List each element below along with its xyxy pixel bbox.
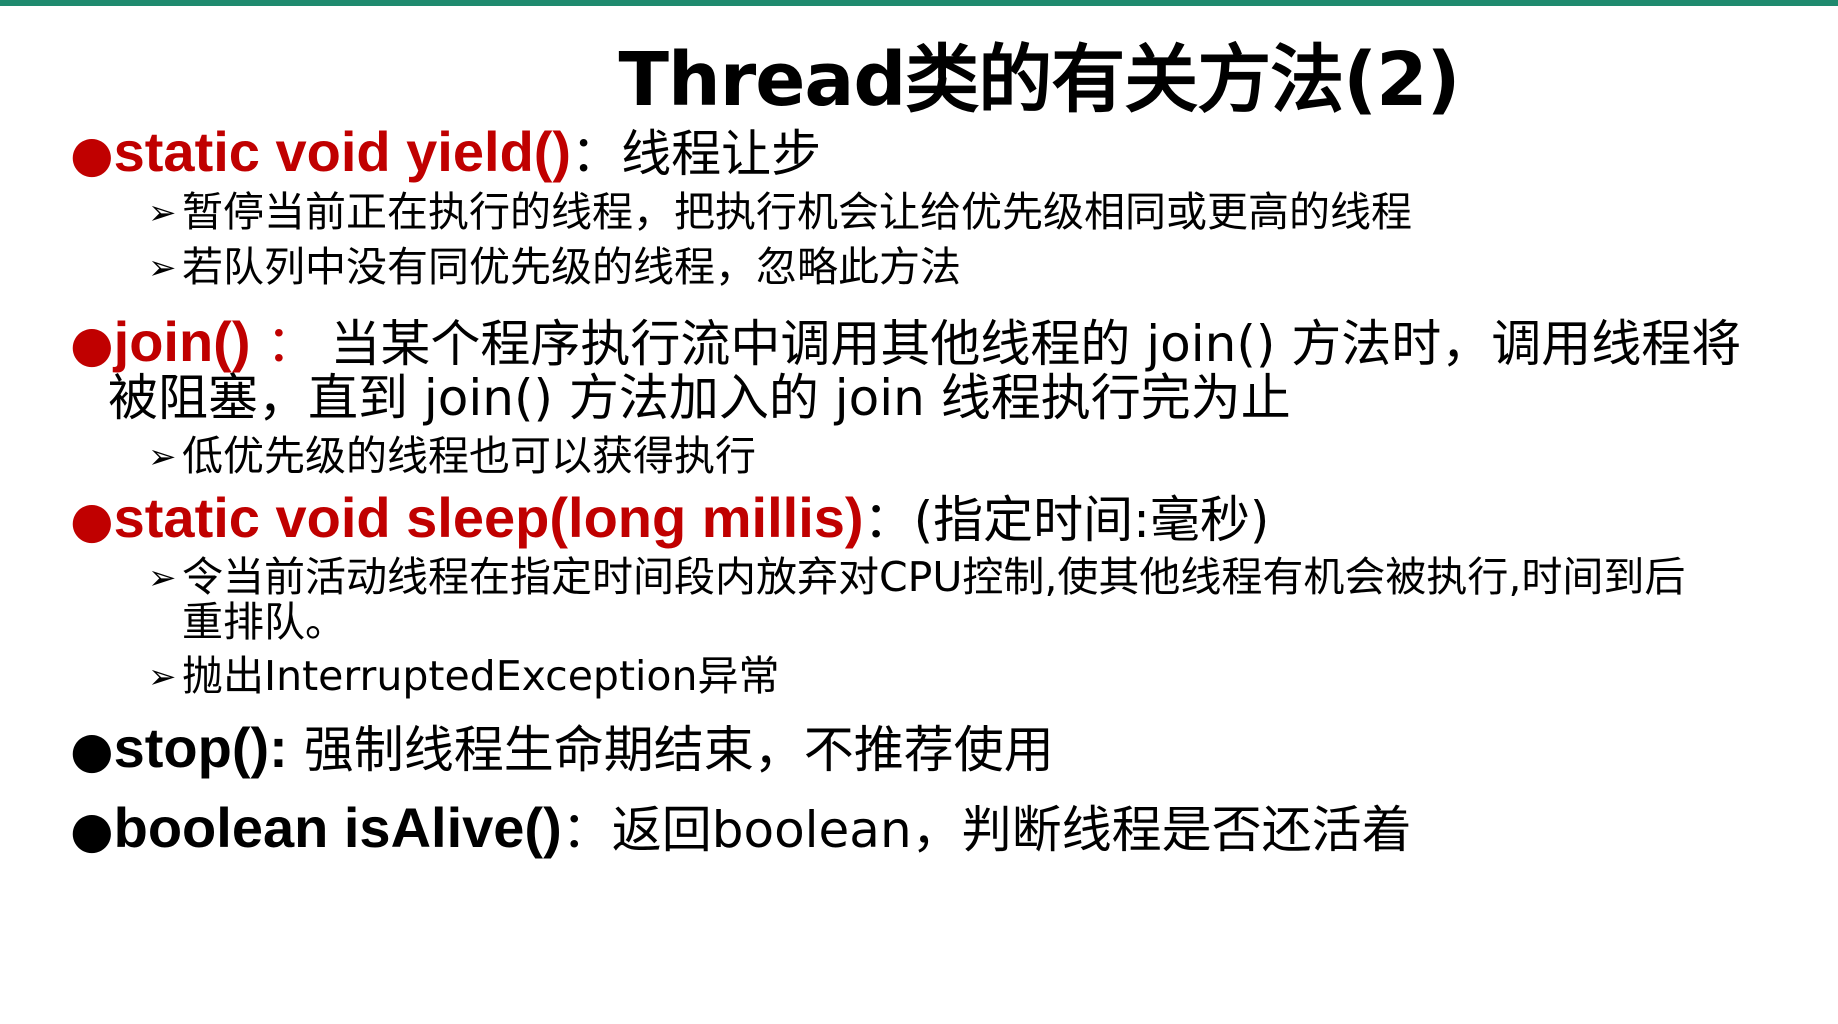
description-isalive: 返回boolean，判断线程是否还活着 xyxy=(611,801,1412,859)
bullet-yield: ●static void yield()：线程让步 xyxy=(70,122,821,185)
method-isalive: boolean isAlive() xyxy=(113,796,562,859)
description-join-line1: 当某个程序执行流中调用其他线程的 join() 方法时，调用线程将 xyxy=(330,315,1742,373)
bullet-stop: ●stop(): 强制线程生命期结束，不推荐使用 xyxy=(70,718,1054,781)
page-title: Thread类的有关方法(2) xyxy=(618,37,1461,123)
subitem-sleep-2: ➢ 抛出InterruptedException异常 xyxy=(148,650,779,703)
arrow-bullet-icon: ➢ xyxy=(148,437,177,477)
method-stop: stop(): xyxy=(113,716,288,779)
subitem-join-1: ➢ 低优先级的线程也可以获得执行 xyxy=(148,430,756,483)
description-stop: 强制线程生命期结束，不推荐使用 xyxy=(287,721,1054,779)
arrow-bullet-icon: ➢ xyxy=(148,657,177,697)
method-sleep: static void sleep(long millis) xyxy=(113,486,864,549)
description-join-line2: 被阻塞，直到 join() 方法加入的 join 线程执行完为止 xyxy=(108,369,1291,427)
subitem-text: 暂停当前正在执行的线程，把执行机会让给优先级相同或更高的线程 xyxy=(182,188,1412,236)
bullet-sleep: ●static void sleep(long millis)：(指定时间:毫秒… xyxy=(70,488,1269,551)
subitem-text: 抛出InterruptedException异常 xyxy=(182,652,780,700)
arrow-bullet-icon: ➢ xyxy=(148,248,177,288)
description-yield: 线程让步 xyxy=(621,125,822,183)
description-join-line2-row: 被阻塞，直到 join() 方法加入的 join 线程执行完为止 xyxy=(108,368,1291,429)
separator: ： xyxy=(863,491,914,549)
method-join: join() xyxy=(113,310,251,373)
separator: ： xyxy=(571,125,622,183)
bullet-dot: ● xyxy=(70,801,114,859)
subitem-yield-1: ➢ 暂停当前正在执行的线程，把执行机会让给优先级相同或更高的线程 xyxy=(148,186,1412,239)
description-sleep: (指定时间:毫秒) xyxy=(913,491,1270,549)
separator: ： xyxy=(250,315,317,373)
subitem-sleep-1: ➢ 令当前活动线程在指定时间段内放弃对CPU控制,使其他线程有机会被执行,时间到后 xyxy=(148,551,1685,604)
bullet-join: ●join() ：当某个程序执行流中调用其他线程的 join() 方法时，调用线… xyxy=(70,312,1741,375)
subitem-text: 低优先级的线程也可以获得执行 xyxy=(182,432,756,480)
arrow-bullet-icon: ➢ xyxy=(148,193,177,233)
subitem-yield-2: ➢ 若队列中没有同优先级的线程，忽略此方法 xyxy=(148,241,961,294)
arrow-bullet-icon: ➢ xyxy=(148,558,177,598)
bullet-dot: ● xyxy=(70,491,114,549)
subitem-text: 若队列中没有同优先级的线程，忽略此方法 xyxy=(182,243,961,291)
bullet-dot: ● xyxy=(70,721,114,779)
subitem-sleep-1-cont: 重排队。 xyxy=(182,596,346,648)
separator: ： xyxy=(561,801,612,859)
method-yield: static void yield() xyxy=(113,120,572,183)
bullet-dot: ● xyxy=(70,315,114,373)
bullet-isalive: ●boolean isAlive()：返回boolean，判断线程是否还活着 xyxy=(70,798,1412,861)
subitem-text: 重排队。 xyxy=(182,598,346,646)
subitem-text: 令当前活动线程在指定时间段内放弃对CPU控制,使其他线程有机会被执行,时间到后 xyxy=(182,553,1686,601)
bullet-dot: ● xyxy=(70,125,114,183)
top-accent-line xyxy=(0,0,1838,6)
